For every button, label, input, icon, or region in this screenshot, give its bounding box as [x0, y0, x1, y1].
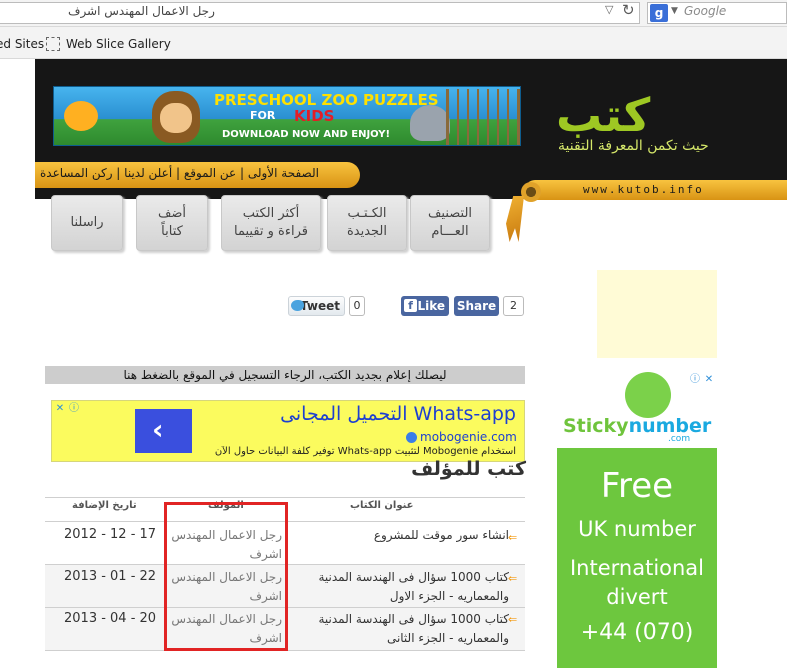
book-date: 2013 - 04 - 20 [64, 611, 157, 626]
tweet-count: 0 [349, 296, 365, 316]
tab-most-read[interactable]: أكثر الكتب قراءة و تقييما [221, 195, 321, 251]
site-url: www.kutob.info [583, 183, 704, 196]
google-icon[interactable]: g [650, 4, 668, 22]
tab-add-book[interactable]: أضف كتاباً [136, 195, 208, 251]
row-arrow-icon: ⇐ [508, 531, 518, 544]
ad-close-icon[interactable]: ✕ [703, 374, 715, 386]
ad-line-divert: divert [606, 585, 668, 609]
facebook-icon: f [404, 299, 417, 312]
site-logo[interactable]: كتب [556, 88, 650, 142]
ad-site[interactable]: mobogenie.com [420, 430, 517, 444]
row-arrow-icon: ⇐ [508, 613, 518, 626]
book-title-link[interactable]: كتاب 1000 سؤال فى الهندسة المدنية والمعم… [286, 568, 509, 606]
ad-line-uk-number: UK number [578, 517, 696, 541]
book-title-link[interactable]: كتاب 1000 سؤال فى الهندسة المدنية والمعم… [286, 610, 509, 648]
ribbon-knot-icon [521, 182, 541, 202]
monkey-face-icon [160, 103, 192, 133]
search-engine-dropdown-icon[interactable]: ▼ [671, 6, 678, 16]
ad-line-free: Free [600, 466, 674, 506]
ad-line-international: International [569, 556, 705, 580]
cage-icon [446, 89, 520, 145]
banner-kids: KIDS [294, 107, 335, 125]
fish-icon [64, 101, 98, 131]
page-title: كتب للمؤلف [411, 458, 526, 480]
bookmark-suggested-sites[interactable]: ed Sites [0, 37, 44, 51]
ad-site-icon [406, 432, 417, 443]
url-dropdown-icon[interactable]: ▽ [605, 3, 613, 16]
book-date: 2012 - 12 - 17 [64, 527, 157, 542]
search-placeholder[interactable]: Google [684, 4, 726, 18]
col-header-date: تاريخ الإضافة [72, 500, 137, 511]
ad-title[interactable]: Whats-app التحميل المجانى [256, 403, 516, 425]
col-header-title: عنوان الكتاب [350, 500, 414, 511]
site-tagline: حيث تكمن المعرفة التقنية [558, 138, 709, 154]
ribbon-icon [506, 196, 524, 242]
banner-for: FOR [250, 109, 276, 122]
top-links[interactable]: الصفحة الأولى | عن الموقع | أعلن لدينا |… [40, 166, 319, 180]
author-highlight-box [164, 502, 288, 651]
book-title-link[interactable]: انشاء سور موقت للمشروع [286, 526, 509, 545]
book-date: 2013 - 01 - 22 [64, 569, 157, 584]
logo-part-com: .com [668, 434, 691, 444]
books-table [45, 497, 525, 498]
ad-line-prefix: +44 (070) [580, 620, 694, 645]
twitter-bird-icon [291, 300, 304, 311]
logo-part-sticky: Sticky [563, 415, 629, 437]
web-slice-icon [46, 37, 60, 51]
banner-cta: DOWNLOAD NOW AND ENJOY! [222, 129, 391, 140]
ad-close-icon[interactable]: ✕ [54, 403, 66, 415]
tab-contact[interactable]: راسلنا [51, 195, 123, 251]
facebook-share-button[interactable]: Share [454, 296, 499, 316]
tab-general-categories[interactable]: التصنيف العـــام [410, 195, 490, 251]
ad-body: استخدام Mobogenie لتثبيت Whats-app توفير… [214, 446, 516, 457]
ad-info-icon[interactable]: ⓘ [68, 403, 80, 415]
reload-icon[interactable]: ↻ [622, 1, 635, 19]
elephant-icon [410, 105, 450, 141]
phone-icon [625, 372, 671, 418]
banner-ad[interactable]: PRESCHOOL ZOO PUZZLES FOR KIDS DOWNLOAD … [53, 86, 521, 146]
sidebar-ad-placeholder [597, 270, 717, 358]
register-notice[interactable]: ليصلك إعلام بجديد الكتب، الرجاء التسجيل … [45, 366, 525, 384]
ad-info-icon[interactable]: ⓘ [689, 374, 701, 386]
share-count: 2 [503, 296, 524, 316]
bookmark-web-slice-gallery[interactable]: Web Slice Gallery [66, 37, 171, 51]
chevron-left-icon: ‹ [152, 413, 164, 446]
tab-new-books[interactable]: الكـتـب الجديدة [327, 195, 407, 251]
url-text[interactable]: رجل الاعمال المهندس اشرف [68, 4, 518, 18]
row-arrow-icon: ⇐ [508, 572, 518, 585]
